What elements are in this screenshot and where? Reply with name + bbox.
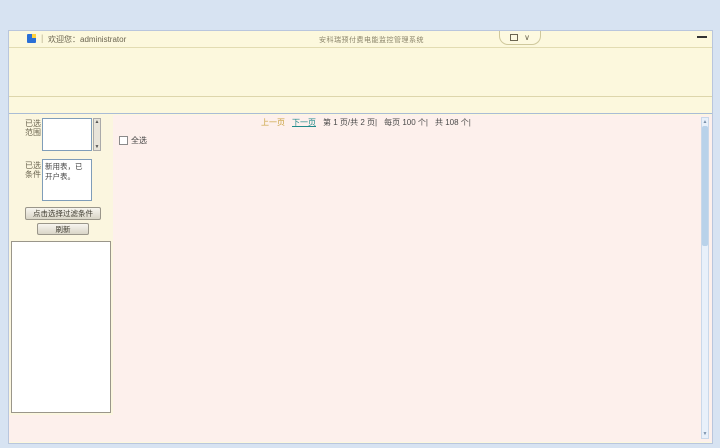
selected-condition-box: 新用表，已开户表。 xyxy=(42,159,92,201)
scroll-up-icon[interactable]: ▲ xyxy=(95,119,100,125)
choose-filter-button[interactable]: 点击选择过滤条件 xyxy=(25,207,101,220)
scroll-down-icon[interactable]: ▼ xyxy=(702,431,708,437)
scrollbar-thumb[interactable] xyxy=(702,126,708,246)
pager: 上一页 下一页 第 1 页/共 2 页| 每页 100 个| 共 108 个| xyxy=(261,117,471,128)
building-tree xyxy=(11,241,111,413)
main-menu xyxy=(9,48,712,62)
minimize-button[interactable] xyxy=(697,36,707,38)
next-page-link[interactable]: 下一页 xyxy=(292,117,316,128)
window-controls: ∨ xyxy=(499,31,541,45)
restore-icon[interactable] xyxy=(510,34,518,41)
select-all[interactable]: 全选 xyxy=(119,135,147,146)
tab-strip xyxy=(9,97,712,114)
vertical-scrollbar[interactable]: ▲ ▼ xyxy=(701,117,709,439)
page-info: 第 1 页/共 2 页| xyxy=(323,117,377,128)
app-title: 安科瑞预付费电能监控管理系统 xyxy=(319,35,424,45)
ribbon-toolbar xyxy=(9,62,712,97)
prev-page-link[interactable]: 上一页 xyxy=(261,117,285,128)
total-info: 共 108 个| xyxy=(435,117,471,128)
chevron-down-icon[interactable]: ∨ xyxy=(524,35,530,41)
selected-range-listbox[interactable] xyxy=(42,118,92,151)
selected-range-label: 已选范围 xyxy=(25,119,41,137)
select-all-checkbox[interactable] xyxy=(119,136,128,145)
scroll-up-icon[interactable]: ▲ xyxy=(702,119,708,125)
screen: | 欢迎您：administrator 安科瑞预付费电能监控管理系统 ∨ 已选范… xyxy=(0,0,720,448)
refresh-button[interactable]: 刷新 xyxy=(37,223,89,235)
welcome-text: 欢迎您：administrator xyxy=(48,34,126,45)
select-all-label: 全选 xyxy=(131,135,147,146)
content-area: 已选范围 ▲▼ 已选条件 新用表，已开户表。 点击选择过滤条件 刷新 上一页 下… xyxy=(9,115,712,442)
title-bar: | 欢迎您：administrator 安科瑞预付费电能监控管理系统 ∨ xyxy=(9,31,712,48)
selected-condition-label: 已选条件 xyxy=(25,161,41,179)
listbox-scrollbar[interactable]: ▲▼ xyxy=(93,118,101,151)
app-window: | 欢迎您：administrator 安科瑞预付费电能监控管理系统 ∨ 已选范… xyxy=(8,30,713,444)
scroll-down-icon[interactable]: ▼ xyxy=(95,144,100,150)
per-page-info: 每页 100 个| xyxy=(384,117,428,128)
titlebar-divider: | xyxy=(41,33,43,43)
app-logo-icon xyxy=(27,34,36,43)
